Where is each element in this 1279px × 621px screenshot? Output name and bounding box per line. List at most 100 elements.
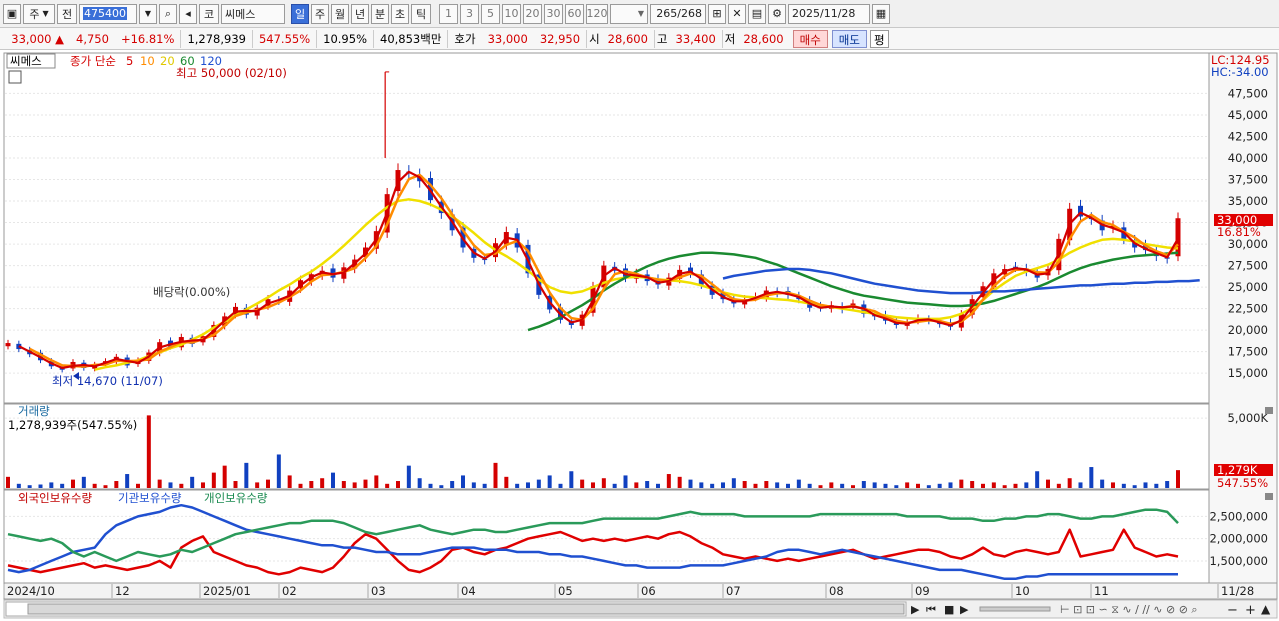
volume-bar [157,479,162,488]
low-price: 28,600 [743,31,784,46]
interval-3[interactable]: 3 [460,3,479,24]
sound-icon[interactable]: ◂ [179,3,197,24]
volume-bar [38,484,43,488]
price-change: 4,750 [76,31,109,46]
interval-60[interactable]: 60 [565,3,584,24]
x-tick-label: 04 [461,584,476,598]
volume-bar [71,479,75,488]
search-icon[interactable]: ⌕ [159,3,177,24]
volume-panel-collapse-icon[interactable] [1265,407,1273,414]
x-tick-label: 06 [641,584,656,598]
code-input[interactable]: 475400 [79,3,137,24]
volume-bar [125,474,130,488]
volume-bar [341,481,346,488]
interval-1[interactable]: 1 [439,3,458,24]
drawing-tools-icon[interactable]: ⊢ ⊡ ⊡ ∽ ⧖ ∿ ∕ ∕∕ ∿ ⊘ ⊘ ⌕ [1060,603,1198,616]
volume-bar [493,462,498,488]
price-tick-label: 42,500 [1228,129,1268,143]
scroll-controls[interactable]: ▶ ⏮ ■ ▶ ⊢ ⊡ ⊡ ∽ ⧖ ∿ ∕ ∕∕ ∿ ⊘ ⊘ ⌕ − + ▲ [5,601,1271,618]
count-total: /268 [677,7,702,20]
zoom-out-icon[interactable]: − [1227,603,1238,618]
tab-day[interactable]: 일 [291,3,309,24]
volume-bar [731,478,736,488]
x-tick-label: 11/28 [1221,584,1254,598]
crosshair-icon[interactable]: ✕ [728,3,746,24]
save-icon[interactable]: ▤ [748,3,766,24]
tab-month[interactable]: 월 [331,3,349,24]
gear-icon[interactable]: ⚙ [768,3,786,24]
volume-bar [1056,483,1061,488]
volume-bar [114,481,119,488]
scroll-first-icon[interactable]: ⏮ [926,603,936,616]
price-tick-label: 15,000 [1228,366,1268,380]
calendar-icon[interactable]: ▦ [872,3,890,24]
volume-bar [981,483,985,488]
count-input[interactable]: 265/268 [650,3,706,24]
code-value: 475400 [83,7,127,20]
price-tick-label: 17,500 [1228,345,1268,359]
scroll-right-icon[interactable]: ▶ [911,603,920,616]
holdings-tick-label: 2,500,000 [1209,509,1268,523]
date-input[interactable]: 2025/11/28 [788,3,870,24]
interval-30[interactable]: 30 [544,3,563,24]
period-select-label: 주 [29,7,40,21]
volume-bar [526,482,530,488]
open-label: 시 [586,29,602,48]
last-pct-label: 16.81% [1217,225,1261,239]
volume-bar [352,482,357,488]
price-panel [3,52,1210,404]
zoom-slider[interactable] [979,606,1051,612]
volume-bar [796,479,801,488]
buy-button[interactable]: 매수 [792,29,828,48]
play-icon[interactable]: ▶ [960,603,969,616]
period-select[interactable]: 주 ▼ [23,3,55,24]
volume-bar [233,481,238,488]
x-tick-label: 10 [1015,584,1030,598]
stock-chart[interactable]: 15,000 17,500 20,000 22,500 25,000 27,500 30,0… [0,51,1279,621]
chart-menu-icon[interactable]: ▣ [3,3,21,24]
volume-bar [515,483,520,488]
volume-bar [276,454,281,488]
market-label: 코 [199,3,219,24]
interval-120[interactable]: 120 [586,3,608,24]
zoom-in-icon[interactable]: + [1245,603,1256,618]
interval-20[interactable]: 20 [523,3,542,24]
scroll-end-icon[interactable]: ▲ [1261,602,1271,616]
name-input[interactable]: 씨메스 [221,3,285,24]
tab-second[interactable]: 초 [391,3,409,24]
volume-bar [677,476,682,488]
volume-bar [255,482,260,488]
volume-bar [266,479,270,488]
interval-5[interactable]: 5 [481,3,500,24]
price-tick-label: 20,000 [1228,323,1268,337]
stop-icon[interactable]: ■ [944,603,954,616]
prev-button[interactable]: 전 [57,3,77,24]
scrollbar-thumb[interactable] [27,603,905,615]
volume-bar [786,483,790,488]
volume-bar [991,482,996,488]
volume-bar [1002,485,1007,488]
legend-stock-name: 씨메스 [10,54,42,68]
legend-foreign: 외국인보유수량 [18,491,92,505]
volume-info: 1,278,939주(547.55%) [8,418,137,432]
table-toggle-icon[interactable] [8,70,22,84]
tab-minute[interactable]: 분 [371,3,389,24]
legend-ma20: 20 [160,54,175,68]
sell-button[interactable]: 매도 [831,29,867,48]
interval-custom-input[interactable]: ▼ [610,3,648,24]
tab-tick[interactable]: 틱 [411,3,431,24]
tab-year[interactable]: 년 [351,3,369,24]
trade-amount: 40,853백만 [373,29,447,48]
code-dropdown-icon[interactable]: ▼ [139,3,157,24]
zoom-icon[interactable]: ⊞ [708,3,726,24]
volume-bar [656,483,660,488]
volume-tick-label: 5,000K [1228,411,1269,425]
holdings-tick-label: 1,500,000 [1209,554,1268,568]
volume-bar [27,485,32,488]
interval-10[interactable]: 10 [502,3,521,24]
tab-week[interactable]: 주 [311,3,329,24]
volume-bar [688,479,693,488]
holdings-panel-collapse-icon[interactable] [1265,493,1273,500]
eval-button[interactable]: 평 [869,29,889,48]
volume-bar [666,474,671,488]
